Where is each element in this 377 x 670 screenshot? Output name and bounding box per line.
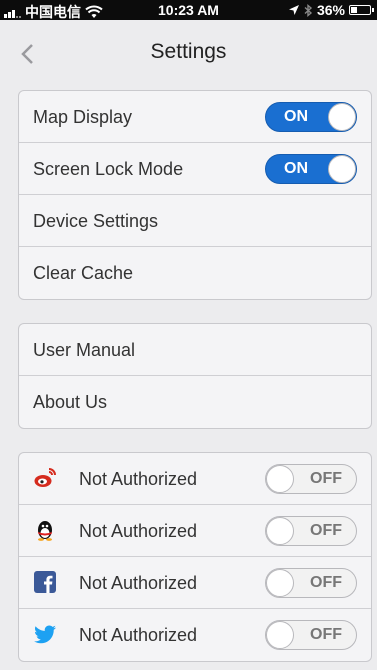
- twitter-account-row: Not Authorized OFF: [19, 609, 371, 661]
- display-settings-group: Map Display ON Screen Lock Mode ON Devic…: [18, 90, 372, 300]
- toggle-state-text: OFF: [310, 522, 342, 539]
- toggle-knob: [266, 465, 294, 493]
- qq-account-row: Not Authorized OFF: [19, 505, 371, 557]
- qq-auth-toggle[interactable]: OFF: [265, 516, 357, 546]
- facebook-auth-status: Not Authorized: [79, 573, 198, 593]
- map-display-toggle[interactable]: ON: [265, 102, 357, 132]
- about-us-label: About Us: [33, 392, 108, 412]
- location-arrow-icon: [288, 5, 299, 15]
- user-manual-label: User Manual: [33, 340, 136, 360]
- map-display-row: Map Display ON: [19, 91, 371, 143]
- map-display-label: Map Display: [33, 107, 133, 127]
- screen-lock-mode-label: Screen Lock Mode: [33, 159, 184, 179]
- navigation-bar: Settings: [0, 20, 377, 82]
- weibo-auth-toggle[interactable]: OFF: [265, 464, 357, 494]
- info-group: User Manual About Us: [18, 323, 372, 429]
- device-settings-row[interactable]: Device Settings: [19, 195, 371, 247]
- weibo-icon: [34, 468, 56, 487]
- twitter-auth-status: Not Authorized: [79, 625, 198, 645]
- toggle-state-text: OFF: [310, 626, 342, 643]
- twitter-auth-toggle[interactable]: OFF: [265, 620, 357, 650]
- user-manual-row[interactable]: User Manual: [19, 324, 371, 376]
- facebook-icon: [34, 571, 56, 593]
- qq-auth-status: Not Authorized: [79, 521, 198, 541]
- facebook-auth-toggle[interactable]: OFF: [265, 568, 357, 598]
- twitter-icon: [34, 625, 56, 644]
- device-settings-label: Device Settings: [33, 211, 159, 231]
- status-bar: 中国电信 10:23 AM 36%: [0, 0, 377, 20]
- bluetooth-icon: [304, 3, 313, 17]
- toggle-knob: [266, 517, 294, 545]
- weibo-auth-status: Not Authorized: [79, 469, 198, 489]
- toggle-knob: [328, 155, 356, 183]
- toggle-state-text: ON: [284, 108, 308, 125]
- qq-icon: [38, 521, 52, 541]
- social-accounts-group: Not Authorized OFF Not Authorized OFF No…: [18, 452, 372, 662]
- toggle-state-text: OFF: [310, 574, 342, 591]
- screen-lock-mode-row: Screen Lock Mode ON: [19, 143, 371, 195]
- facebook-account-row: Not Authorized OFF: [19, 557, 371, 609]
- screen-lock-mode-toggle[interactable]: ON: [265, 154, 357, 184]
- status-bar-right: 36%: [288, 2, 374, 18]
- weibo-account-row: Not Authorized OFF: [19, 453, 371, 505]
- toggle-state-text: ON: [284, 160, 308, 177]
- toggle-knob: [266, 621, 294, 649]
- toggle-state-text: OFF: [310, 470, 342, 487]
- toggle-knob: [328, 103, 356, 131]
- about-us-row[interactable]: About Us: [19, 376, 371, 428]
- battery-icon: [349, 5, 374, 15]
- clear-cache-label: Clear Cache: [33, 263, 134, 283]
- toggle-knob: [266, 569, 294, 597]
- page-title: Settings: [150, 40, 227, 63]
- clear-cache-row[interactable]: Clear Cache: [19, 247, 371, 299]
- battery-percentage: 36%: [316, 2, 345, 18]
